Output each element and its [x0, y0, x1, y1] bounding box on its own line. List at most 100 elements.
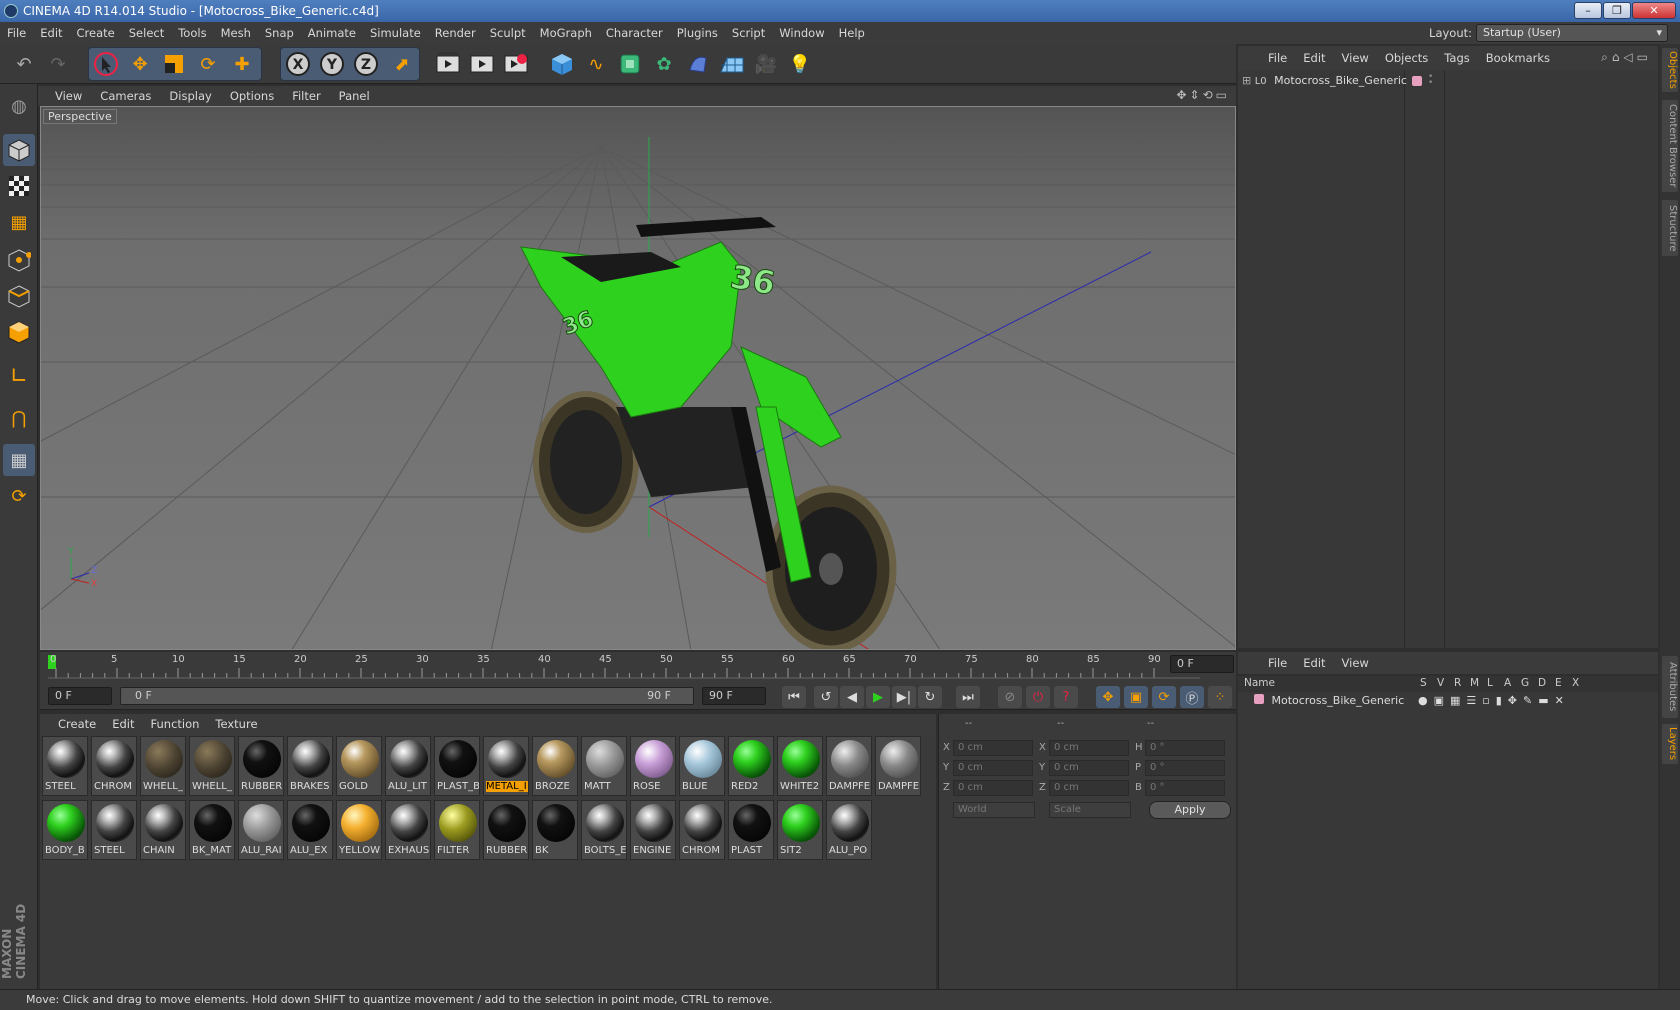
tab-objects[interactable]: Objects [1662, 48, 1678, 92]
subdivision-surface-icon[interactable] [614, 48, 646, 80]
material-swatch[interactable]: BODY_B [42, 800, 88, 860]
menu-window[interactable]: Window [772, 26, 831, 40]
planar-workplane-icon[interactable]: ⟳ [3, 480, 35, 512]
layers-col-g[interactable]: G [1521, 677, 1529, 689]
material-menu-function[interactable]: Function [143, 717, 208, 731]
material-swatch[interactable]: CHROM [91, 736, 137, 796]
keyframe-selection-icon[interactable]: ? [1054, 686, 1078, 708]
material-swatch[interactable]: CHAIN [140, 800, 186, 860]
material-swatch[interactable]: STEEL [42, 736, 88, 796]
preview-range-slider[interactable]: 0 F 90 F [120, 687, 694, 705]
material-swatch[interactable]: RUBBER [483, 800, 529, 860]
redo-icon[interactable]: ↷ [42, 48, 74, 80]
material-swatch[interactable]: PLAST_B [434, 736, 480, 796]
layer-color-swatch[interactable] [1254, 694, 1264, 704]
material-swatch[interactable]: METAL_I [483, 736, 529, 796]
layers-col-l[interactable]: L [1487, 677, 1493, 689]
tab-attributes[interactable]: Attributes [1662, 656, 1678, 718]
menu-create[interactable]: Create [70, 26, 122, 40]
lock-workplane-icon[interactable]: ▦ [3, 444, 35, 476]
size-mode-select[interactable]: Scale [1049, 802, 1131, 818]
menu-edit[interactable]: Edit [33, 26, 69, 40]
menu-simulate[interactable]: Simulate [363, 26, 428, 40]
polygons-mode-icon[interactable] [3, 316, 35, 348]
menu-character[interactable]: Character [599, 26, 670, 40]
material-swatch[interactable]: EXHAUS [385, 800, 431, 860]
menu-select[interactable]: Select [122, 26, 171, 40]
material-swatch[interactable]: BLUE [679, 736, 725, 796]
viewport-menu-filter[interactable]: Filter [283, 89, 329, 103]
material-swatch[interactable]: MATT [581, 736, 627, 796]
go-to-start-icon[interactable]: ⏮ [782, 686, 806, 708]
light-bulb-icon[interactable]: 💡 [784, 48, 816, 80]
next-frame-icon[interactable]: ▶| [892, 686, 916, 708]
previous-frame-icon[interactable]: ◀ [840, 686, 864, 708]
viewport-navigation-icons[interactable]: ✥⇕⟲▭ [1176, 88, 1230, 102]
material-swatch[interactable]: PLAST [728, 800, 774, 860]
position-z-field[interactable]: 0 cm [953, 780, 1033, 796]
spline-pen-icon[interactable]: ∿ [580, 48, 612, 80]
material-swatch[interactable]: BRAKES [287, 736, 333, 796]
play-forward-icon[interactable]: ▶ [866, 686, 890, 708]
material-swatch[interactable]: YELLOW [336, 800, 382, 860]
array-cloner-icon[interactable]: ✿ [648, 48, 680, 80]
menu-file[interactable]: File [0, 26, 33, 40]
current-frame-field[interactable]: 0 F [1170, 655, 1234, 673]
record-keys-icon[interactable]: ⊘ [998, 686, 1022, 708]
layout-select[interactable]: Startup (User) [1476, 24, 1668, 42]
tab-structure[interactable]: Structure [1662, 200, 1678, 256]
end-frame-field[interactable]: 90 F [702, 687, 766, 705]
material-swatch[interactable]: SIT2 [777, 800, 823, 860]
viewport-menu-cameras[interactable]: Cameras [91, 89, 160, 103]
menu-animate[interactable]: Animate [301, 26, 363, 40]
objects-panel-search-home-icons[interactable]: ⌕⌂◁▭ [1601, 50, 1652, 65]
previous-key-icon[interactable]: ↺ [814, 686, 838, 708]
menu-sculpt[interactable]: Sculpt [483, 26, 533, 40]
camera-icon[interactable]: 🎥 [750, 48, 782, 80]
material-swatch[interactable]: WHELL_ [140, 736, 186, 796]
go-to-end-icon[interactable]: ⏭ [956, 686, 980, 708]
tab-layers[interactable]: Layers [1662, 724, 1678, 764]
coordinate-system-icon[interactable]: ⬈ [386, 48, 418, 80]
size-x-field[interactable]: 0 cm [1049, 740, 1129, 756]
rotation-b-field[interactable]: 0 ° [1145, 780, 1225, 796]
objects-menu-objects[interactable]: Objects [1377, 51, 1436, 65]
objects-menu-edit[interactable]: Edit [1295, 51, 1333, 65]
layers-col-r[interactable]: R [1454, 677, 1461, 689]
material-swatch[interactable]: ROSE [630, 736, 676, 796]
material-swatch[interactable]: DAMPFE [875, 736, 921, 796]
viewport-menu-options[interactable]: Options [221, 89, 283, 103]
viewport-menu-view[interactable]: View [46, 89, 91, 103]
material-swatch[interactable]: RED2 [728, 736, 774, 796]
cube-primitive-icon[interactable] [546, 48, 578, 80]
layers-col-m[interactable]: M [1470, 677, 1479, 689]
layers-col-x[interactable]: X [1572, 677, 1579, 689]
viewport-menu-panel[interactable]: Panel [330, 89, 379, 103]
move-icon[interactable]: ✥ [124, 48, 156, 80]
layers-col-v[interactable]: V [1437, 677, 1444, 689]
make-editable-icon[interactable]: ◍ [3, 90, 35, 122]
position-y-field[interactable]: 0 cm [953, 760, 1033, 776]
material-swatch[interactable]: ENGINE [630, 800, 676, 860]
rotation-p-field[interactable]: 0 ° [1145, 760, 1225, 776]
material-swatch[interactable]: WHELL_ [189, 736, 235, 796]
material-swatch[interactable]: ALU_LIT [385, 736, 431, 796]
menu-plugins[interactable]: Plugins [670, 26, 725, 40]
z-axis-icon[interactable]: Z [350, 48, 382, 80]
next-key-icon[interactable]: ↻ [918, 686, 942, 708]
layers-menu-file[interactable]: File [1260, 656, 1295, 670]
material-swatch[interactable]: BOLTS_E [581, 800, 627, 860]
material-swatch[interactable]: ALU_RAI [238, 800, 284, 860]
material-swatch[interactable]: ALU_EX [287, 800, 333, 860]
key-point-level-icon[interactable]: ⁘ [1208, 686, 1232, 708]
model-mode-icon[interactable] [3, 134, 35, 166]
start-frame-field[interactable]: 0 F [48, 687, 112, 705]
select-cursor-icon[interactable] [90, 48, 122, 80]
visibility-dots-icon[interactable]: • • [1428, 73, 1433, 88]
workplane-icon[interactable]: ▦ [3, 206, 35, 238]
size-z-field[interactable]: 0 cm [1049, 780, 1129, 796]
menu-render[interactable]: Render [428, 26, 483, 40]
edges-mode-icon[interactable] [3, 280, 35, 312]
y-axis-icon[interactable]: Y [316, 48, 348, 80]
render-view-icon[interactable] [432, 48, 464, 80]
